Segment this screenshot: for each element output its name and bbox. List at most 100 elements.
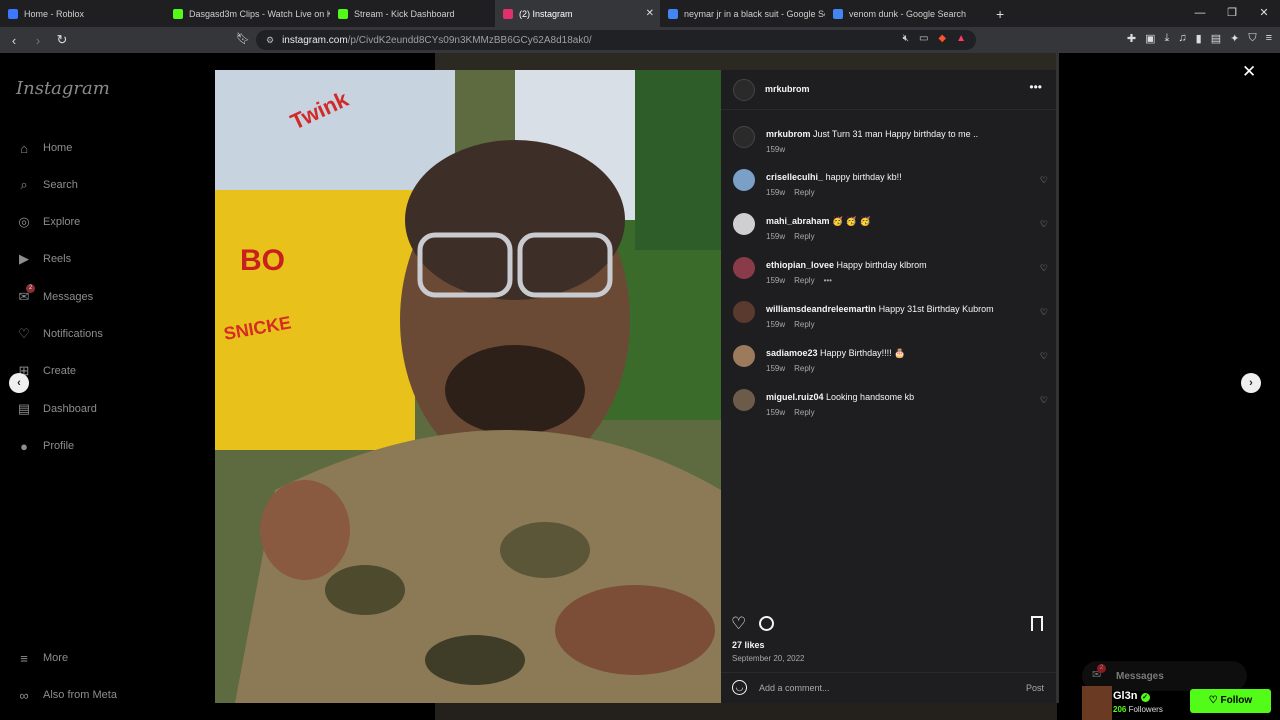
reply-button[interactable]: Reply (794, 232, 814, 241)
commenter-avatar[interactable] (733, 257, 755, 279)
like-icon[interactable]: ♡ (731, 614, 746, 634)
new-tab-button[interactable]: + (996, 6, 1004, 22)
cast-icon[interactable]: ▭ (919, 33, 928, 44)
comment-age: 159w (766, 232, 786, 241)
browser-tab-4[interactable]: neymar jr in a black suit - Google Searc… (660, 0, 825, 27)
streamer-avatar (1082, 686, 1112, 720)
commenter-avatar[interactable] (733, 301, 755, 323)
comment-age: 159w (766, 408, 786, 417)
commenter-avatar[interactable] (733, 345, 755, 367)
author-username[interactable]: mrkubrom (765, 84, 810, 94)
sidebar-item-messages[interactable]: ✉ 2 Messages (16, 284, 94, 305)
comment-like-icon[interactable]: ♡ (1040, 175, 1048, 186)
browser-tab-1[interactable]: Dasgasd3m Clips - Watch Live on Kick (165, 0, 330, 27)
commenter-avatar[interactable] (733, 169, 755, 191)
sidebar-item-home[interactable]: ⌂ Home (16, 140, 72, 156)
back-button[interactable]: ‹ (4, 33, 24, 48)
tab-favicon (338, 8, 348, 19)
comment-like-icon[interactable]: ♡ (1040, 219, 1048, 230)
tab-list: Home - Roblox Dasgasd3m Clips - Watch Liv… (0, 0, 990, 27)
comment-input[interactable]: Add a comment... (759, 683, 830, 693)
browser-tab-3[interactable]: (2) Instagram ✕ (495, 0, 660, 27)
sidebar-item-label: Search (43, 179, 78, 191)
browser-tab-2[interactable]: Stream - Kick Dashboard (330, 0, 495, 27)
streamer-follow-widget: Gl3n ✓ 206 Followers ♡ Follow (1082, 686, 1280, 720)
sidebar-item-more[interactable]: ≡ More (16, 650, 68, 666)
commenter-username[interactable]: mahi_abraham (766, 216, 830, 226)
browser-menu-icon[interactable]: ≡ (1266, 32, 1272, 45)
bookmark-icon[interactable]: 🔖︎ (236, 32, 250, 45)
reply-button[interactable]: Reply (794, 320, 814, 329)
extension-icons: ✚ ▣ ⤓ ♫ ▮ ▤ ✦ ⛉ ≡ (1127, 32, 1272, 45)
comment-like-icon[interactable]: ♡ (1040, 263, 1048, 274)
sidebar-item-dashboard[interactable]: ▤ Dashboard (16, 401, 97, 417)
messenger-icon: ✉ 2 (16, 284, 35, 305)
leo-ai-icon[interactable]: ✦ (1230, 32, 1239, 45)
brave-rewards-icon[interactable]: ▲ (956, 33, 966, 44)
save-icon[interactable] (1031, 616, 1043, 631)
sidebar-item-explore[interactable]: ◎ Explore (16, 214, 80, 230)
close-tab-icon[interactable]: ✕ (646, 8, 654, 19)
caption-avatar[interactable] (733, 126, 755, 148)
comment-like-icon[interactable]: ♡ (1040, 351, 1048, 362)
next-post-button[interactable]: › (1241, 373, 1261, 393)
browser-tab-0[interactable]: Home - Roblox (0, 0, 165, 27)
comment-like-icon[interactable]: ♡ (1040, 307, 1048, 318)
post-comment-button[interactable]: Post (1026, 683, 1044, 693)
tab-favicon (8, 8, 18, 19)
sidebar-item-reels[interactable]: ▶ Reels (16, 251, 71, 267)
comment-options-icon[interactable]: ••• (824, 276, 832, 285)
extensions-icon[interactable]: ✚ (1127, 32, 1136, 45)
instagram-logo[interactable]: Instagram (16, 78, 110, 99)
sidebar-item-profile[interactable]: ● Profile (16, 438, 74, 454)
reply-button[interactable]: Reply (794, 276, 814, 285)
close-window-button[interactable]: ✕ (1248, 0, 1280, 27)
restore-button[interactable]: ❐ (1216, 0, 1248, 27)
commenter-username[interactable]: ethiopian_lovee (766, 260, 834, 270)
post-photo-drawing: BO SNICKE Twink (215, 70, 721, 703)
tab-title: venom dunk - Google Search (849, 8, 967, 19)
reply-button[interactable]: Reply (794, 408, 814, 417)
mute-icon[interactable]: 🔇︎ (903, 33, 909, 44)
previous-post-button[interactable]: ‹ (9, 373, 29, 393)
reply-button[interactable]: Reply (794, 364, 814, 373)
commenter-username[interactable]: miguel.ruiz04 (766, 392, 824, 402)
followers-label: Followers (1128, 705, 1163, 714)
follow-button[interactable]: ♡ Follow (1190, 689, 1271, 713)
tab-title: neymar jr in a black suit - Google Searc… (684, 8, 825, 19)
media-icon[interactable]: ♫ (1178, 32, 1186, 45)
tab-title: Stream - Kick Dashboard (354, 8, 455, 19)
screenshot-icon[interactable]: ▣ (1145, 32, 1155, 45)
forward-button[interactable]: › (28, 33, 48, 48)
caption-username[interactable]: mrkubrom (766, 129, 811, 139)
commenter-username[interactable]: williamsdeandreleemartin (766, 304, 876, 314)
wallet-icon[interactable]: ▤ (1211, 32, 1221, 45)
minimize-button[interactable]: — (1184, 0, 1216, 27)
commenter-avatar[interactable] (733, 389, 755, 411)
download-icon[interactable]: ⤓ (1165, 32, 1170, 45)
brave-shield-icon[interactable]: ◆ (938, 33, 946, 44)
post-image[interactable]: BO SNICKE Twink (215, 70, 721, 703)
reply-button[interactable]: Reply (794, 188, 814, 197)
browser-tab-5[interactable]: venom dunk - Google Search (825, 0, 990, 27)
author-avatar[interactable] (733, 79, 755, 101)
close-icon[interactable]: ✕ (1242, 62, 1256, 82)
comment-like-icon[interactable]: ♡ (1040, 395, 1048, 406)
sidebar-item-label: Messages (43, 291, 94, 303)
vpn-icon[interactable]: ⛉ (1248, 32, 1256, 45)
reload-button[interactable]: ↻ (52, 32, 72, 48)
commenter-avatar[interactable] (733, 213, 755, 235)
commenter-username[interactable]: criselleculhi_ (766, 172, 823, 182)
comment-body: Happy Birthday!!!! 🎂 (820, 348, 906, 358)
site-info-icon[interactable]: ⚙ (266, 35, 274, 46)
sidebar-item-also-from-meta[interactable]: ∞ Also from Meta (16, 687, 117, 703)
sidebar-item-search[interactable]: ⌕ Search (16, 177, 78, 193)
emoji-icon[interactable]: ◡ (732, 680, 747, 695)
like-count[interactable]: 27 likes (732, 640, 765, 650)
address-bar[interactable]: ⚙ instagram.com/p/CivdK2eundd8CYs09n3KMM… (256, 30, 976, 50)
sidebar-icon[interactable]: ▮ (1196, 32, 1202, 45)
comment-icon[interactable] (759, 616, 774, 631)
commenter-username[interactable]: sadiamoe23 (766, 348, 818, 358)
sidebar-item-notifications[interactable]: ♡ Notifications (16, 326, 103, 342)
more-options-icon[interactable]: ••• (1029, 80, 1042, 94)
